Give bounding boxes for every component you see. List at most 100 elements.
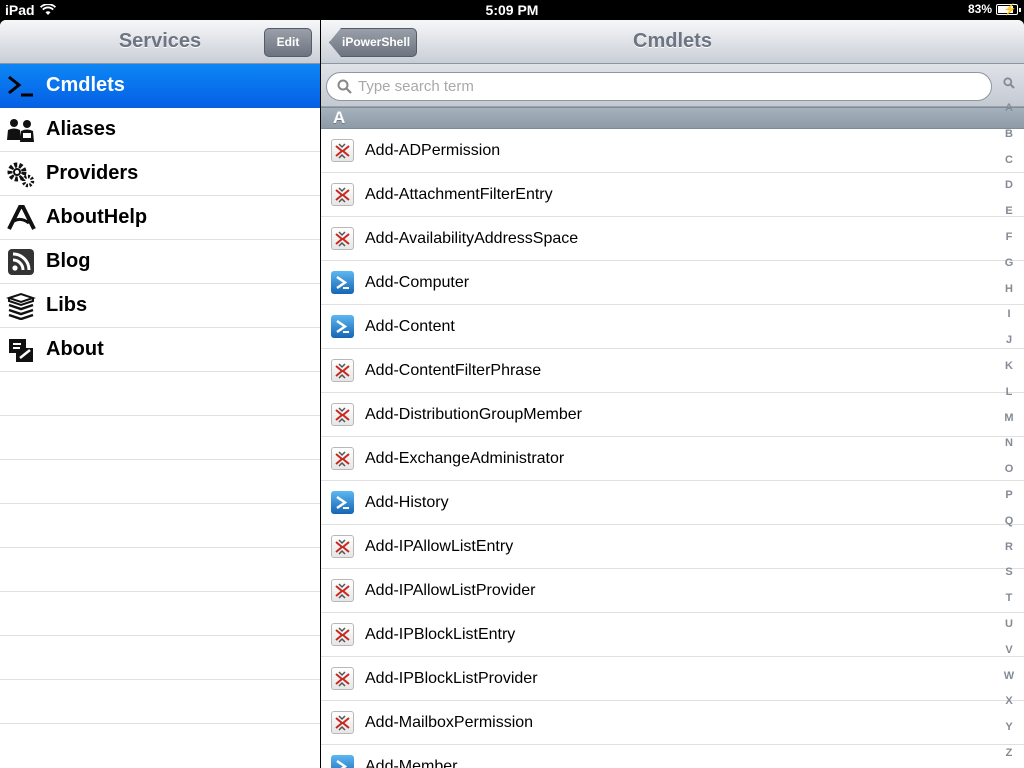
index-letter[interactable]: G — [994, 257, 1024, 269]
cmdlet-row[interactable]: Add-History — [321, 481, 1024, 525]
cmdlet-row[interactable]: Add-Computer — [321, 261, 1024, 305]
menu-item-label: Blog — [46, 250, 91, 272]
about-icon — [6, 335, 36, 365]
search-input[interactable] — [358, 78, 958, 95]
cmdlet-name: Add-IPAllowListEntry — [365, 537, 514, 555]
menu-item-label: Providers — [46, 162, 139, 184]
cmdlet-row[interactable]: Add-IPAllowListEntry — [321, 525, 1024, 569]
cmdlet-name: Add-Computer — [365, 273, 470, 291]
services-pane: Services Edit Cmdlets Aliases Providers … — [0, 20, 320, 768]
index-letter[interactable]: J — [994, 334, 1024, 346]
empty-row — [0, 548, 320, 592]
menu-item-aliases[interactable]: Aliases — [0, 108, 320, 152]
cmdlets-pane: iPowerShell Cmdlets A Add-ADPermissionAd… — [321, 20, 1024, 768]
powershell-icon — [331, 491, 354, 514]
empty-row — [0, 680, 320, 724]
gears-icon — [6, 159, 36, 189]
cmdlet-name: Add-Content — [365, 317, 455, 335]
menu-item-label: About — [46, 338, 104, 360]
cmdlets-title: Cmdlets — [633, 30, 712, 52]
exchange-icon — [331, 139, 354, 162]
empty-row — [0, 504, 320, 548]
cmdlet-row[interactable]: Add-ContentFilterPhrase — [321, 349, 1024, 393]
services-navbar: Services Edit — [0, 20, 320, 64]
menu-item-abouthelp[interactable]: AboutHelp — [0, 196, 320, 240]
empty-row — [0, 460, 320, 504]
powershell-icon — [331, 755, 354, 768]
cmdlet-name: Add-Member — [365, 757, 458, 768]
index-letter[interactable]: Q — [994, 515, 1024, 527]
index-letter[interactable]: K — [994, 360, 1024, 372]
cmdlet-row[interactable]: Add-ADPermission — [321, 129, 1024, 173]
cmdlets-navbar: iPowerShell Cmdlets — [321, 20, 1024, 64]
cmdlet-name: Add-ADPermission — [365, 141, 501, 159]
cmdlet-name: Add-DistributionGroupMember — [365, 405, 582, 423]
cmdlet-row[interactable]: Add-DistributionGroupMember — [321, 393, 1024, 437]
menu-item-blog[interactable]: Blog — [0, 240, 320, 284]
help-a-icon — [6, 203, 36, 233]
menu-item-label: Libs — [46, 294, 88, 316]
cmdlet-row[interactable]: Add-MailboxPermission — [321, 701, 1024, 745]
menu-item-label: Cmdlets — [46, 74, 125, 96]
section-header-a: A — [321, 107, 1024, 129]
status-time: 5:09 PM — [485, 2, 539, 18]
index-letter[interactable]: E — [994, 205, 1024, 217]
exchange-icon — [331, 403, 354, 426]
search-field[interactable] — [326, 72, 992, 101]
index-letter[interactable]: D — [994, 179, 1024, 191]
cmdlet-name: Add-IPAllowListProvider — [365, 581, 536, 599]
index-search-icon[interactable] — [1003, 77, 1015, 89]
index-letter[interactable]: H — [994, 283, 1024, 295]
index-letter[interactable]: N — [994, 437, 1024, 449]
index-letter[interactable]: R — [994, 541, 1024, 553]
empty-row — [0, 636, 320, 680]
battery-percent: 83% — [967, 2, 992, 16]
cmdlet-name: Add-IPBlockListProvider — [365, 669, 538, 687]
index-letter[interactable]: X — [994, 695, 1024, 707]
cmdlet-list: Add-ADPermission Add-AttachmentFilterEntr… — [321, 129, 1024, 768]
cmdlet-row[interactable]: Add-AttachmentFilterEntry — [321, 173, 1024, 217]
index-letter[interactable]: V — [994, 644, 1024, 656]
cmdlet-name: Add-AvailabilityAddressSpace — [365, 229, 579, 247]
exchange-icon — [331, 183, 354, 206]
index-letter[interactable]: U — [994, 618, 1024, 630]
index-letter[interactable]: Z — [994, 747, 1024, 759]
index-letter[interactable]: O — [994, 463, 1024, 475]
status-bar: iPad 5:09 PM 83% ⚡ — [0, 0, 1024, 20]
menu-item-about[interactable]: About — [0, 328, 320, 372]
index-letter[interactable]: F — [994, 231, 1024, 243]
exchange-icon — [331, 447, 354, 470]
index-letter[interactable]: B — [994, 128, 1024, 140]
exchange-icon — [331, 711, 354, 734]
menu-item-libs[interactable]: Libs — [0, 284, 320, 328]
cmdlet-row[interactable]: Add-IPAllowListProvider — [321, 569, 1024, 613]
index-letter[interactable]: C — [994, 154, 1024, 166]
cmdlet-row[interactable]: Add-AvailabilityAddressSpace — [321, 217, 1024, 261]
exchange-icon — [331, 667, 354, 690]
index-letter[interactable]: Y — [994, 721, 1024, 733]
cmdlet-row[interactable]: Add-IPBlockListProvider — [321, 657, 1024, 701]
exchange-icon — [331, 623, 354, 646]
index-letter[interactable]: P — [994, 489, 1024, 501]
search-icon — [337, 79, 352, 94]
index-letter[interactable]: A — [994, 102, 1024, 114]
cmdlet-row[interactable]: Add-Content — [321, 305, 1024, 349]
index-letter[interactable]: M — [994, 412, 1024, 424]
cmdlet-row[interactable]: Add-IPBlockListEntry — [321, 613, 1024, 657]
index-letter[interactable]: W — [994, 670, 1024, 682]
exchange-icon — [331, 359, 354, 382]
menu-item-label: AboutHelp — [46, 206, 148, 228]
menu-item-cmdlets[interactable]: Cmdlets — [0, 64, 320, 108]
cmdlet-row[interactable]: Add-Member — [321, 745, 1024, 768]
menu-item-label: Aliases — [46, 118, 117, 140]
menu-item-providers[interactable]: Providers — [0, 152, 320, 196]
index-letter[interactable]: S — [994, 566, 1024, 578]
empty-row — [0, 416, 320, 460]
index-letter[interactable]: L — [994, 386, 1024, 398]
edit-button[interactable]: Edit — [264, 28, 312, 57]
empty-row — [0, 372, 320, 416]
cmdlet-row[interactable]: Add-ExchangeAdministrator — [321, 437, 1024, 481]
index-letter[interactable]: I — [994, 308, 1024, 320]
section-index-bar[interactable]: A B C D E F G H I J K L M N O P Q R S T U V W X Y Z — [994, 77, 1024, 768]
index-letter[interactable]: T — [994, 592, 1024, 604]
